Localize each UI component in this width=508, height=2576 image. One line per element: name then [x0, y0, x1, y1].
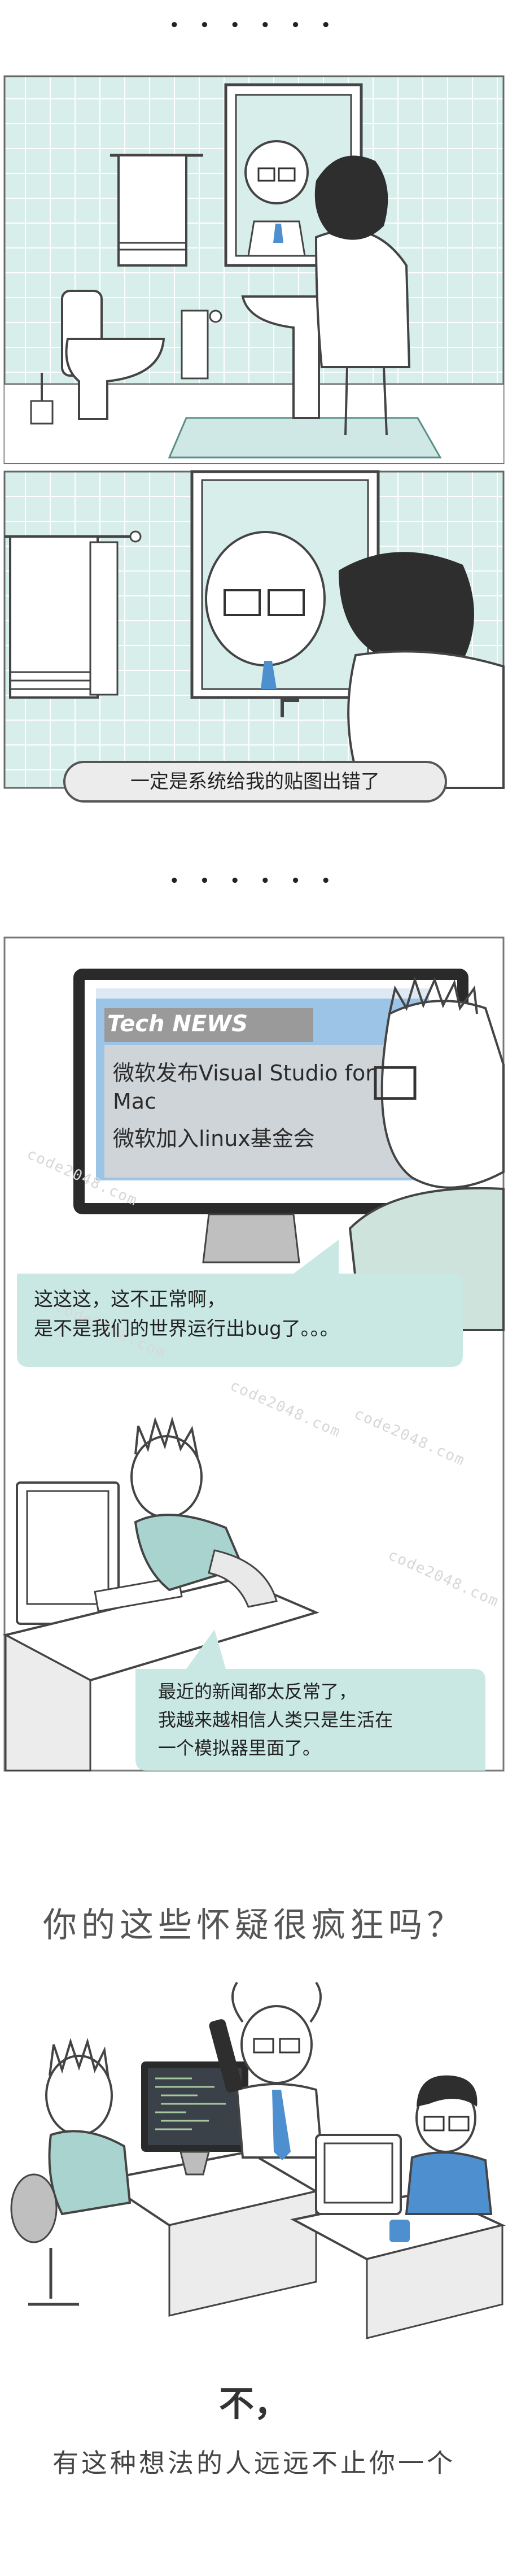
headline-2: 微软加入linux基金会: [113, 1126, 315, 1151]
answer-text: 不，: [218, 2383, 289, 2424]
speech-line: 是不是我们的世界运行出bug了。。。: [34, 1318, 339, 1340]
conclusion-text: 有这种想法的人远远不止你一个: [52, 2448, 456, 2478]
speech-bubble-1: 这这这，这不正常啊， 是不是我们的世界运行出bug了。。。: [34, 1285, 339, 1344]
separator-dots: • • • • • •: [169, 17, 339, 34]
speech-line: 最近的新闻都太反常了，: [158, 1681, 357, 1702]
three-programmers-illustration: [0, 1965, 508, 2350]
question-heading: 你的这些怀疑很疯狂吗？: [43, 1906, 465, 1945]
bathroom-panel: [0, 73, 508, 791]
speech-bubble-2: 最近的新闻都太反常了， 我越来越相信人类只是生活在 一个模拟器里面了。: [158, 1677, 393, 1762]
tech-news-title: Tech NEWS: [107, 1011, 248, 1037]
speech-line: 一个模拟器里面了。: [158, 1737, 321, 1759]
speech-line: 我越来越相信人类只是生活在: [158, 1709, 393, 1731]
separator-dots: • • • • • •: [169, 873, 339, 890]
panel-caption: 一定是系统给我的贴图出错了: [63, 761, 447, 803]
speech-line: 这这这，这不正常啊，: [34, 1288, 226, 1311]
headline-1: 微软发布Visual Studio for Mac: [113, 1061, 374, 1114]
